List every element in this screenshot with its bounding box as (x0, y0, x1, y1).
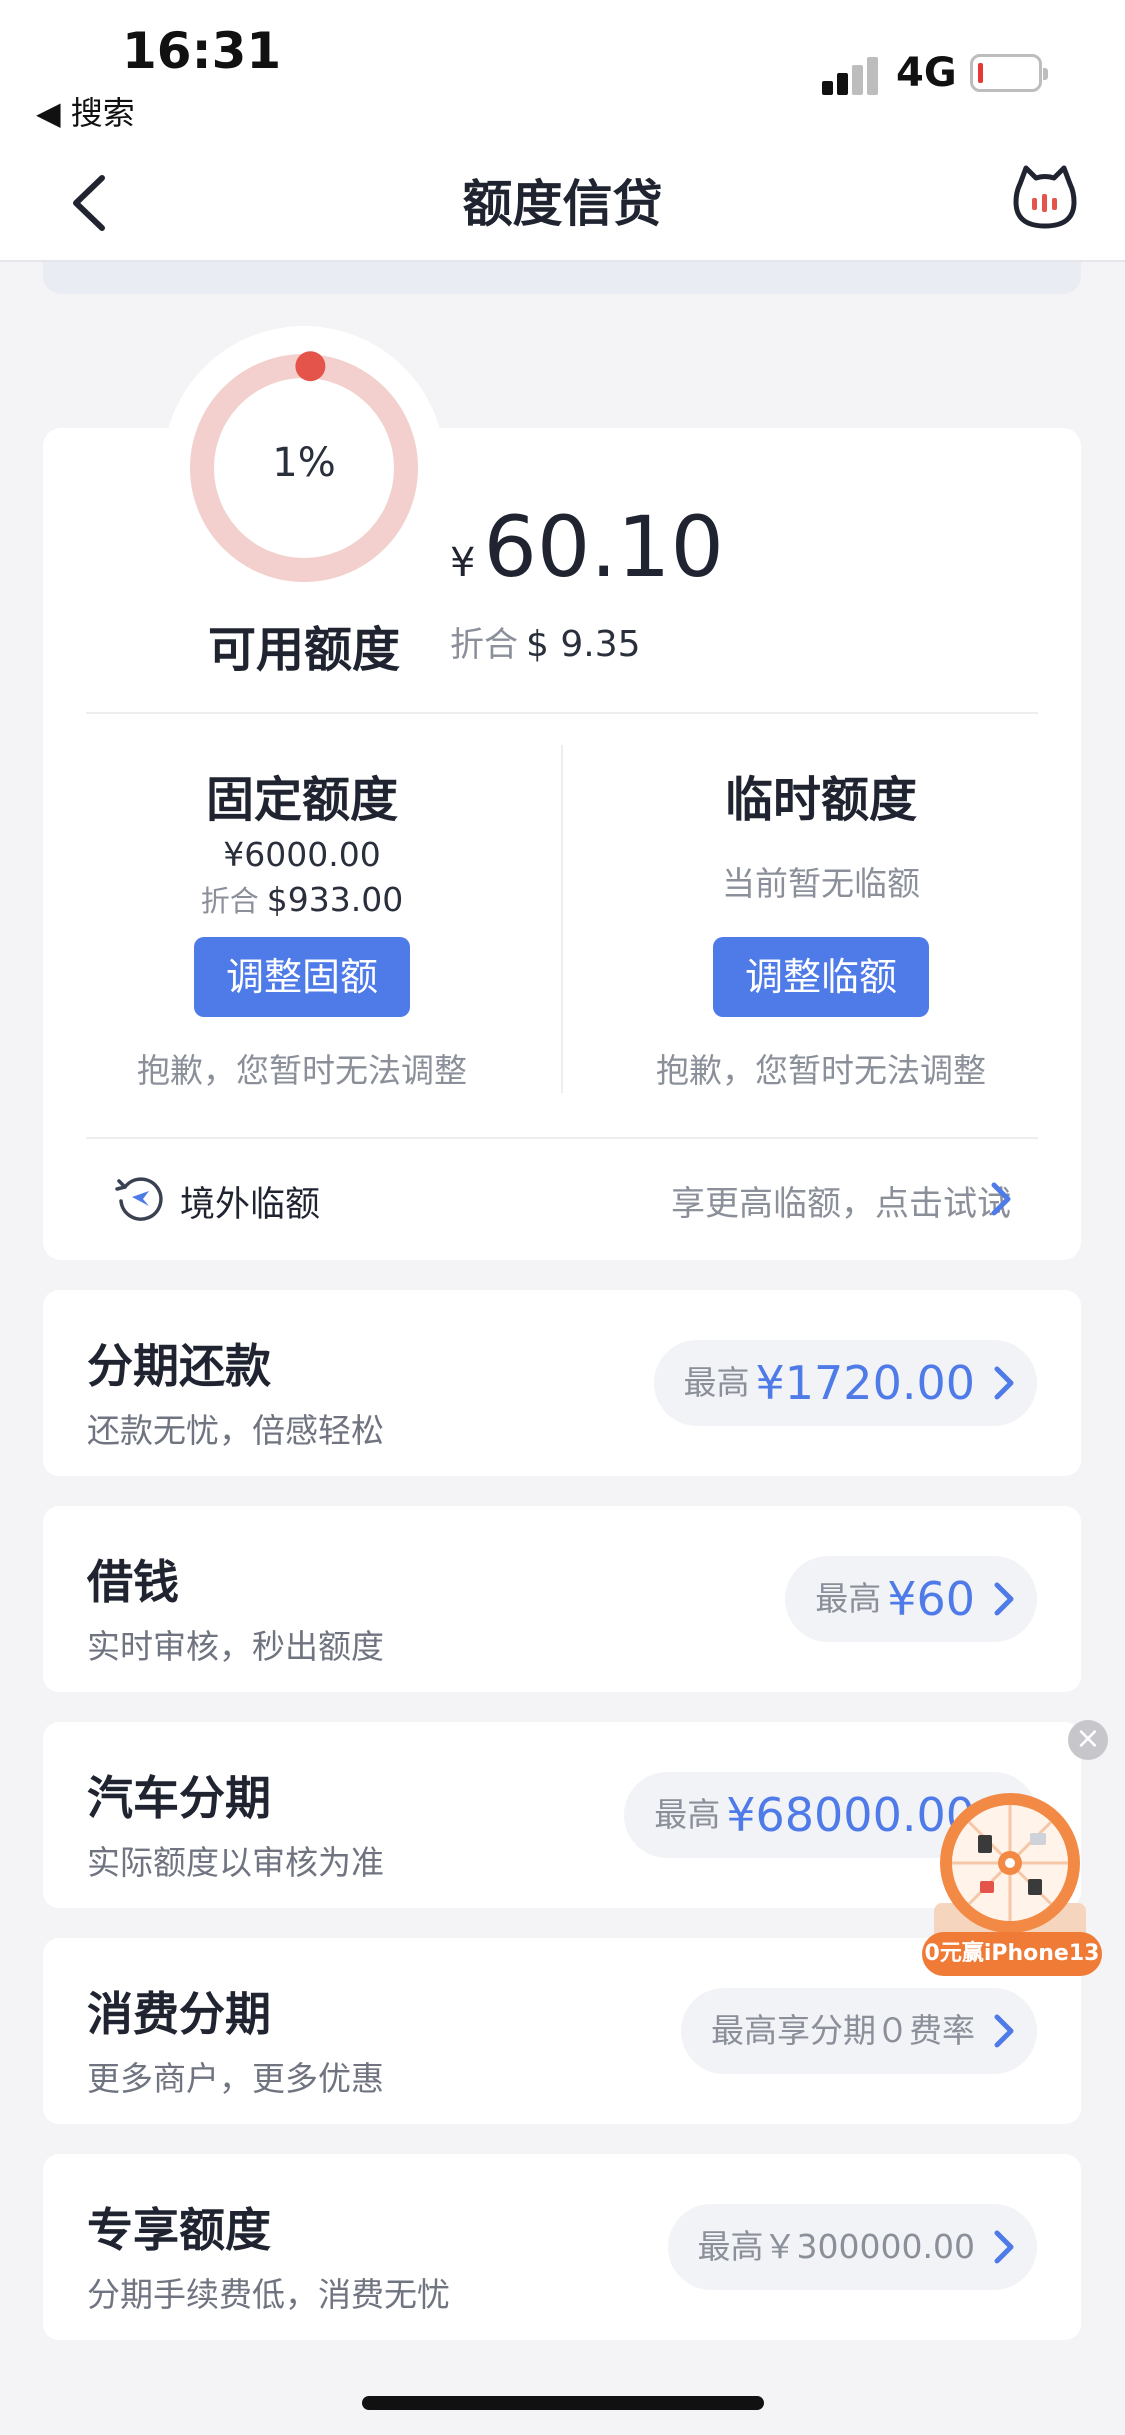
fixed-limit-usd: 折合 $933.00 (102, 878, 502, 920)
pill-text: 最高享分期０费率 (711, 2011, 975, 2050)
row-title: 消费分期 (87, 1987, 271, 2041)
row-title: 借钱 (87, 1555, 179, 1609)
fixed-limit-note: 抱歉，您暂时无法调整 (137, 1051, 467, 1090)
available-usd: 折合 $ 9.35 (450, 617, 641, 666)
row-subtitle: 实际额度以审核为准 (87, 1843, 384, 1882)
pill-prefix: 最高 (683, 1363, 750, 1402)
status-time: 16:31 (122, 22, 282, 80)
promo-label[interactable]: 0元赢iPhone13 (922, 1932, 1102, 1976)
cat-mascot-icon[interactable] (1012, 164, 1078, 230)
available-amount: ¥60.10 (450, 498, 724, 596)
pill-value: ¥1720.00 (755, 1356, 976, 1410)
usd-prefix: 折合 (450, 625, 518, 665)
overseas-limit-label: 境外临额 (180, 1185, 321, 1225)
available-limit-label: 可用额度 (207, 622, 400, 678)
adjust-fixed-limit-button[interactable]: 调整固额 (194, 937, 410, 1017)
chevron-right-icon (994, 2230, 1014, 2264)
row-title: 专享额度 (87, 2203, 271, 2257)
exclusive-limit-row[interactable]: 专享额度 分期手续费低，消费无忧 最高￥300000.00 (43, 2154, 1081, 2340)
row-subtitle: 更多商户，更多优惠 (87, 2059, 384, 2098)
temporary-limit-title: 临时额度 (724, 772, 917, 828)
overseas-limit-hint: 享更高临额，点击试试 (671, 1184, 1011, 1224)
pill-value: ¥60 (887, 1572, 975, 1626)
currency-symbol: ¥ (450, 540, 476, 586)
chevron-right-icon (994, 2014, 1014, 2048)
row-subtitle: 实时审核，秒出额度 (87, 1627, 384, 1666)
pill-prefix: 最高 (654, 1795, 721, 1834)
chevron-right-icon (994, 1366, 1014, 1400)
row-title: 汽车分期 (87, 1771, 271, 1825)
installment-repayment-row[interactable]: 分期还款 还款无忧，倍感轻松 最高 ¥1720.00 (43, 1290, 1081, 1476)
chevron-right-icon (991, 1182, 1011, 1216)
back-to-search-link[interactable]: ◀ 搜索 (36, 88, 135, 134)
pill-prefix: 最高 (815, 1579, 882, 1618)
nav-bar: 额度信贷 (0, 150, 1125, 262)
max-amount-pill[interactable]: 最高 ¥60 (785, 1556, 1037, 1642)
row-subtitle: 分期手续费低，消费无忧 (87, 2275, 450, 2314)
usd-amount: $ 9.35 (526, 624, 641, 665)
back-arrow-icon[interactable] (60, 168, 120, 238)
page-title: 额度信贷 (462, 175, 663, 233)
row-title: 分期还款 (87, 1339, 271, 1393)
fixed-usd-prefix: 折合 (200, 884, 259, 918)
gauge-progress-dot (295, 351, 326, 382)
fixed-usd-amount: $933.00 (266, 880, 404, 919)
chevron-right-icon (994, 1582, 1014, 1616)
divider (86, 712, 1038, 714)
close-promo-button[interactable]: × (1068, 1720, 1108, 1760)
zero-fee-pill[interactable]: 最高享分期０费率 (681, 1988, 1037, 2074)
temporary-limit-status: 当前暂无临额 (722, 864, 920, 903)
network-type: 4G (896, 50, 957, 96)
max-amount-pill[interactable]: 最高￥300000.00 (667, 2204, 1037, 2290)
status-bar: 16:31 ◀ 搜索 4G (0, 0, 1125, 150)
temporary-limit-note: 抱歉，您暂时无法调整 (656, 1051, 986, 1090)
max-amount-pill[interactable]: 最高 ¥1720.00 (653, 1340, 1037, 1426)
overseas-plane-icon (115, 1177, 163, 1221)
faded-banner-strip (43, 262, 1081, 294)
home-indicator (362, 2396, 764, 2410)
row-subtitle: 还款无忧，倍感轻松 (87, 1411, 384, 1450)
available-amount-value: 60.10 (483, 498, 724, 596)
pill-text: 最高￥300000.00 (697, 2227, 975, 2266)
divider (86, 1137, 1038, 1139)
battery-icon (970, 54, 1048, 92)
cell-signal-icon (822, 55, 878, 95)
borrow-money-row[interactable]: 借钱 实时审核，秒出额度 最高 ¥60 (43, 1506, 1081, 1692)
adjust-temporary-limit-button[interactable]: 调整临额 (713, 937, 929, 1017)
fixed-limit-title: 固定额度 (205, 772, 398, 828)
column-divider (561, 745, 563, 1093)
fixed-limit-amount: ¥6000.00 (223, 835, 381, 874)
usage-percent: 1% (272, 440, 336, 486)
